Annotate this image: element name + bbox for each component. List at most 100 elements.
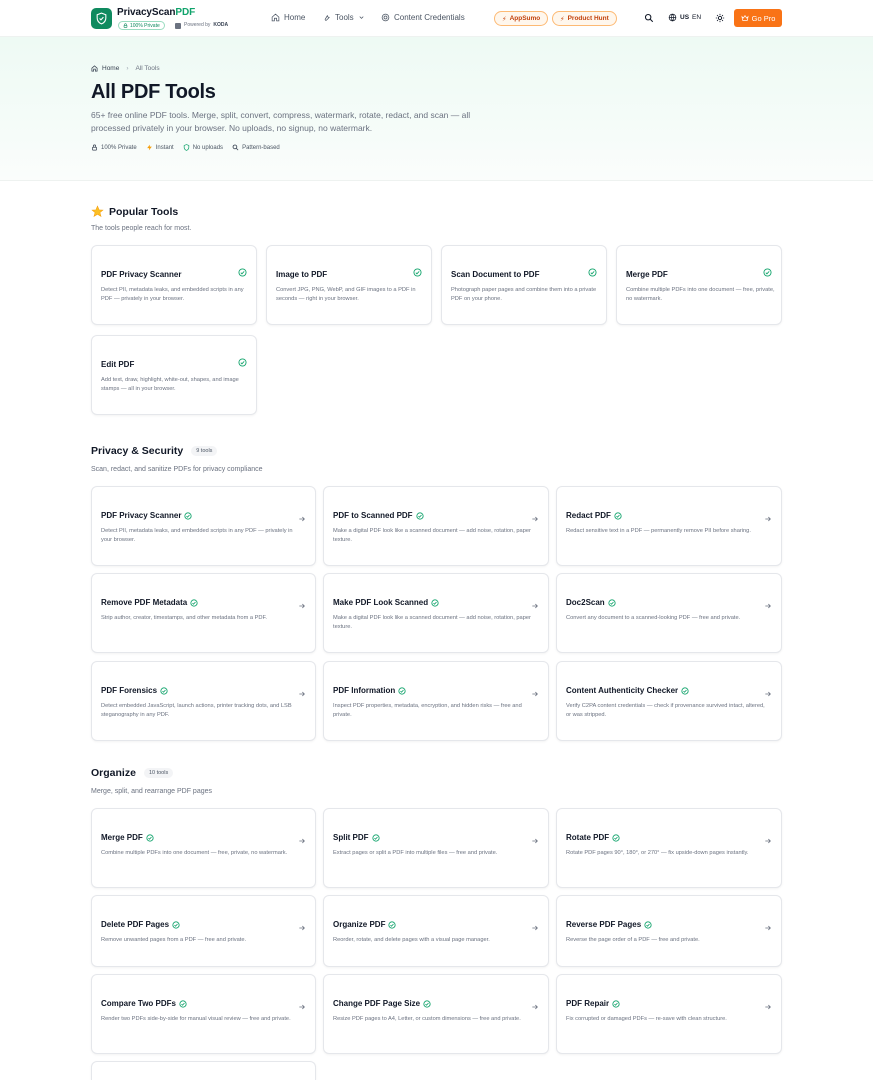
wrench-icon <box>324 15 330 21</box>
tool-card[interactable]: Merge PDF Combine multiple PDFs into one… <box>91 808 316 888</box>
tool-card-desc: Rotate PDF pages 90°, 180°, or 270° — fi… <box>566 850 749 856</box>
search-icon <box>232 144 239 151</box>
tool-card[interactable]: Merge PDF Combine multiple PDFs into one… <box>616 245 782 325</box>
tool-card[interactable]: PDF Privacy Scanner Detect PII, metadata… <box>91 245 257 325</box>
sparkle-icon: ⚡ <box>560 15 565 23</box>
arrow-right-icon <box>298 998 306 1016</box>
nav-content-credentials[interactable]: Content Credentials <box>381 13 465 22</box>
privacy-security-heading: Privacy & Security 9 tools <box>91 445 218 457</box>
tool-card-desc: Fix corrupted or damaged PDFs — re-save … <box>566 1016 727 1022</box>
check-circle-icon <box>238 268 247 277</box>
home-icon <box>271 13 280 22</box>
arrow-right-icon <box>298 685 306 703</box>
feature-instant: Instant <box>146 144 174 151</box>
tool-card[interactable]: Content Authenticity Checker Verify C2PA… <box>556 661 782 741</box>
chevron-right-icon: › <box>126 65 129 72</box>
feature-label: Instant <box>155 144 174 151</box>
tool-card[interactable]: PDF Repair Fix corrupted or damaged PDFs… <box>556 974 782 1054</box>
tool-card[interactable]: PDF Privacy Scanner Detect PII, metadata… <box>91 486 316 566</box>
tool-card-title: PDF Privacy Scanner <box>101 511 182 520</box>
brand-name[interactable]: PrivacyScanPDF <box>117 7 195 18</box>
product-hunt-label: Product Hunt <box>567 15 609 22</box>
tool-card-title: Doc2Scan <box>566 598 605 607</box>
tool-card[interactable]: PDF Forensics Detect embedded JavaScript… <box>91 661 316 741</box>
arrow-right-icon <box>531 510 539 528</box>
tool-card-desc: Combine multiple PDFs into one document … <box>626 287 775 302</box>
check-circle-icon <box>608 598 616 607</box>
shield-check-icon <box>183 144 189 151</box>
tool-card-desc: Combine multiple PDFs into one document … <box>101 850 288 856</box>
lock-icon <box>123 23 128 28</box>
tool-card-title: PDF Forensics <box>101 686 158 695</box>
tool-count-badge: 9 tools <box>191 446 218 456</box>
tool-card[interactable] <box>91 1061 316 1080</box>
tool-card[interactable]: Split PDF Extract pages or split a PDF i… <box>323 808 549 888</box>
arrow-right-icon <box>531 685 539 703</box>
tool-card-title: Edit PDF <box>101 360 135 369</box>
tool-card[interactable]: Redact PDF Redact sensitive text in a PD… <box>556 486 782 566</box>
tool-card[interactable]: Delete PDF Pages Remove unwanted pages f… <box>91 895 316 967</box>
check-circle-icon <box>763 268 772 277</box>
tool-card-title: Delete PDF Pages <box>101 920 170 929</box>
language-selector[interactable]: US EN <box>668 13 701 22</box>
tool-card[interactable]: Make PDF Look Scanned Make a digital PDF… <box>323 573 549 653</box>
organize-heading: Organize 10 tools <box>91 767 174 779</box>
shield-logo-icon[interactable] <box>91 8 112 29</box>
private-badge-label: 100% Private <box>130 22 160 29</box>
feature-pattern-based: Pattern-based <box>232 144 280 151</box>
arrow-right-icon <box>764 597 772 615</box>
tool-card[interactable]: Organize PDF Reorder, rotate, and delete… <box>323 895 549 967</box>
tool-card[interactable]: Rotate PDF Rotate PDF pages 90°, 180°, o… <box>556 808 782 888</box>
arrow-right-icon <box>764 685 772 703</box>
go-pro-button[interactable]: Go Pro <box>734 9 782 27</box>
appsumo-button[interactable]: ⚡ AppSumo <box>494 11 549 26</box>
tool-count-badge: 10 tools <box>143 768 174 778</box>
check-circle-icon <box>423 999 431 1008</box>
check-circle-icon <box>644 920 652 929</box>
tool-card[interactable]: PDF Information Inspect PDF properties, … <box>323 661 549 741</box>
arrow-right-icon <box>764 510 772 528</box>
check-circle-icon <box>413 268 422 277</box>
tool-card[interactable]: Compare Two PDFs Render two PDFs side-by… <box>91 974 316 1054</box>
tool-card-title: Content Authenticity Checker <box>566 686 679 695</box>
star-icon <box>91 205 104 217</box>
sun-icon[interactable] <box>714 12 726 24</box>
tool-card[interactable]: Edit PDF Add text, draw, highlight, whit… <box>91 335 257 415</box>
tool-card-title: PDF Repair <box>566 999 610 1008</box>
tool-card[interactable]: Doc2Scan Convert any document to a scann… <box>556 573 782 653</box>
tool-card[interactable]: PDF to Scanned PDF Make a digital PDF lo… <box>323 486 549 566</box>
top-header: PrivacyScanPDF 100% Private Powered by K… <box>0 0 873 37</box>
check-circle-icon <box>588 268 597 277</box>
nav-content-credentials-label: Content Credentials <box>394 13 465 22</box>
powered-by[interactable]: Powered by KODA <box>175 21 228 30</box>
arrow-right-icon <box>531 998 539 1016</box>
arrow-right-icon <box>298 597 306 615</box>
check-circle-icon <box>612 999 620 1008</box>
nav-home[interactable]: Home <box>271 13 305 22</box>
tool-card[interactable]: Scan Document to PDF Photograph paper pa… <box>441 245 607 325</box>
tool-card-title: PDF Privacy Scanner <box>101 270 182 279</box>
tool-card[interactable]: Image to PDF Convert JPG, PNG, WebP, and… <box>266 245 432 325</box>
feature-private: 100% Private <box>91 144 137 151</box>
tool-card[interactable]: Remove PDF Metadata Strip author, creato… <box>91 573 316 653</box>
section-title: Privacy & Security <box>91 445 184 457</box>
product-hunt-button[interactable]: ⚡ Product Hunt <box>552 11 617 26</box>
feature-no-uploads: No uploads <box>183 144 223 151</box>
tool-card-title: Split PDF <box>333 833 369 842</box>
search-icon[interactable] <box>643 12 655 24</box>
fingerprint-icon <box>381 13 390 22</box>
language-flag: US <box>680 14 690 21</box>
check-circle-icon <box>431 598 439 607</box>
tool-card-desc: Strip author, creator, timestamps, and o… <box>101 615 267 621</box>
tool-card-desc: Reorder, rotate, and delete pages with a… <box>333 937 490 943</box>
nav-tools[interactable]: Tools <box>322 13 365 22</box>
tool-card-title: Remove PDF Metadata <box>101 598 188 607</box>
feature-list: 100% Private Instant No uploads Pattern-… <box>91 144 280 151</box>
breadcrumb-home[interactable]: Home <box>102 65 119 72</box>
tool-card[interactable]: Change PDF Page Size Resize PDF pages to… <box>323 974 549 1054</box>
tool-card-desc: Make a digital PDF look like a scanned d… <box>333 615 531 630</box>
tool-card-desc: Convert JPG, PNG, WebP, and GIF images t… <box>276 287 416 302</box>
tool-card[interactable]: Reverse PDF Pages Reverse the page order… <box>556 895 782 967</box>
tool-card-desc: Render two PDFs side-by-side for manual … <box>101 1016 291 1022</box>
popular-tools-subtitle: The tools people reach for most. <box>91 225 192 232</box>
